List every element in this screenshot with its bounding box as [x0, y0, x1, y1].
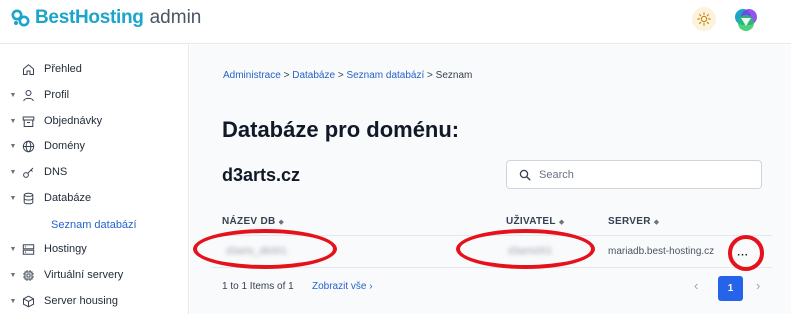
highlight-ellipse-user [456, 229, 595, 269]
server-icon [21, 242, 35, 256]
chevron-down-icon: ▼ [9, 142, 17, 150]
chevron-right-icon: › [369, 281, 373, 292]
breadcrumb-administrace[interactable]: Administrace [223, 70, 281, 81]
db-server-cell: mariadb.best-hosting.cz [608, 246, 715, 257]
sidebar-item-dns[interactable]: ▼ DNS [0, 161, 189, 183]
top-bar: BestHosting admin [0, 0, 791, 44]
globe-icon [21, 139, 35, 153]
user-icon [21, 88, 35, 102]
breadcrumb-seznam-databazi[interactable]: Seznam databází [346, 70, 424, 81]
sidebar-item-virtualni-servery[interactable]: ▼ Virtuální servery [0, 264, 189, 286]
sort-icon: ◆ [653, 219, 660, 226]
box-icon [21, 294, 35, 308]
avatar[interactable] [732, 6, 760, 34]
key-icon [21, 165, 35, 179]
chevron-down-icon: ▼ [9, 91, 17, 99]
pagination-prev-button[interactable]: ‹ [694, 278, 698, 293]
column-header-label: UŽIVATEL [506, 216, 556, 227]
archive-icon [21, 114, 35, 128]
highlight-ellipse-name [193, 229, 337, 269]
breadcrumb: Administrace > Databáze > Seznam databáz… [223, 70, 472, 81]
chevron-down-icon: ▼ [9, 117, 17, 125]
column-header-nazev-db[interactable]: NÁZEV DB ◆ [222, 216, 284, 227]
chevron-down-icon: ▼ [9, 245, 17, 253]
show-all-link[interactable]: Zobrazit vše › [312, 281, 373, 292]
domain-name: d3arts.cz [222, 165, 301, 185]
search-box[interactable] [506, 160, 762, 189]
sidebar-item-objednavky[interactable]: ▼ Objednávky [0, 110, 189, 132]
main-content: Administrace > Databáze > Seznam databáz… [190, 45, 791, 314]
theme-toggle-button[interactable] [692, 7, 716, 31]
pagination-page-current[interactable]: 1 [718, 276, 743, 301]
items-count: 1 to 1 Items of 1 [222, 281, 294, 292]
chip-icon [21, 268, 35, 282]
brand-name: BestHosting [35, 7, 144, 28]
page-title: Databáze pro doménu: [222, 117, 460, 142]
search-icon [519, 169, 531, 181]
chevron-down-icon: ▼ [9, 168, 17, 176]
breadcrumb-databaze[interactable]: Databáze [292, 70, 335, 81]
sidebar-item-label: Objednávky [44, 115, 103, 127]
database-icon [21, 191, 35, 205]
besthosting-logo-icon [11, 9, 30, 27]
pagination-next-button[interactable]: › [756, 278, 760, 293]
brand-sub: admin [149, 7, 202, 28]
sidebar-item-label: Databáze [44, 192, 92, 204]
breadcrumb-separator: > [283, 70, 290, 81]
show-all-label: Zobrazit vše [312, 281, 367, 292]
sidebar-item-label: Hostingy [44, 243, 87, 255]
sidebar-subitem-seznam-databazi[interactable]: Seznam databází [51, 219, 137, 231]
chevron-down-icon: ▼ [9, 297, 17, 305]
brand-logo-link[interactable]: BestHosting admin [11, 6, 201, 30]
sidebar-item-domeny[interactable]: ▼ Domény [0, 135, 189, 157]
sidebar-item-label: Profil [44, 89, 70, 101]
breadcrumb-separator: > [337, 70, 344, 81]
column-header-label: SERVER [608, 216, 651, 227]
sort-icon: ◆ [278, 219, 285, 226]
home-icon [21, 62, 35, 76]
column-header-server[interactable]: SERVER ◆ [608, 216, 659, 227]
breadcrumb-separator: > [427, 70, 433, 81]
sidebar-item-profil[interactable]: ▼ Profil [0, 84, 189, 106]
sun-icon [697, 12, 711, 26]
chevron-down-icon: ▼ [9, 194, 17, 202]
sidebar-item-label: Přehled [44, 63, 82, 75]
sort-icon: ◆ [558, 219, 565, 226]
sidebar: ▼ Přehled ▼ Profil ▼ Objednávky ▼ Domény… [0, 45, 189, 314]
sidebar-item-databaze[interactable]: ▼ Databáze [0, 187, 189, 209]
chevron-down-icon: ▼ [9, 271, 17, 279]
sidebar-item-label: Server housing [44, 295, 118, 307]
sidebar-item-label: DNS [44, 166, 68, 178]
search-input[interactable] [539, 168, 749, 181]
sidebar-item-prehled[interactable]: ▼ Přehled [0, 58, 189, 80]
column-header-label: NÁZEV DB [222, 216, 276, 227]
sidebar-item-label: Virtuální servery [44, 269, 124, 281]
breadcrumb-current: Seznam [435, 70, 473, 81]
sidebar-item-server-housing[interactable]: ▼ Server housing [0, 290, 189, 312]
column-header-uzivatel[interactable]: UŽIVATEL ◆ [506, 216, 565, 227]
highlight-circle-actions [728, 235, 764, 271]
sidebar-item-label: Domény [44, 140, 85, 152]
sidebar-item-hostingy[interactable]: ▼ Hostingy [0, 238, 189, 260]
